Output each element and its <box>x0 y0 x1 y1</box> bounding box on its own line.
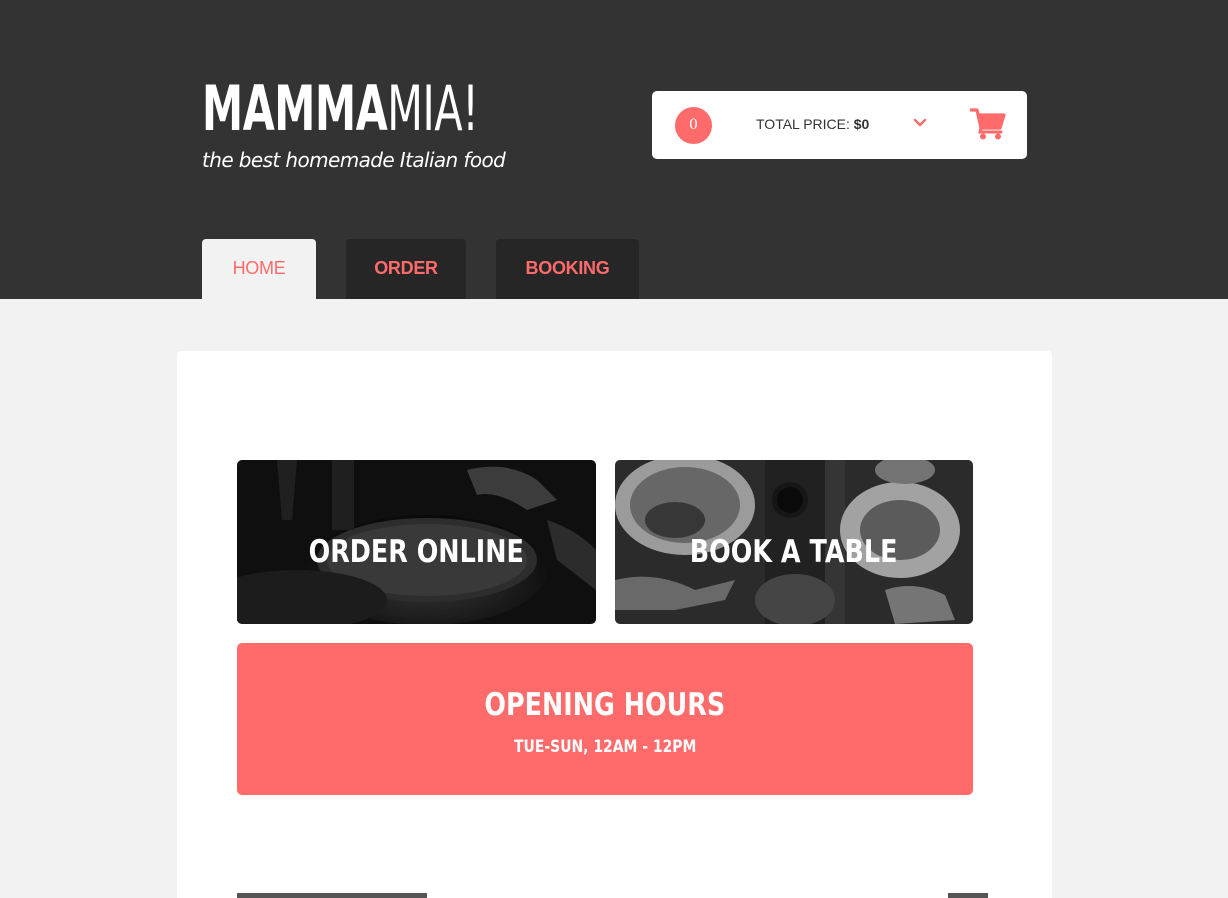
site-header: MAMMAMIA! the best homemade Italian food… <box>0 0 1228 299</box>
tab-home[interactable]: HOME <box>202 239 316 299</box>
cart-count-badge: 0 <box>675 107 712 144</box>
content-card <box>177 351 1052 898</box>
chevron-down-icon[interactable] <box>912 115 928 131</box>
logo[interactable]: MAMMAMIA! <box>202 76 502 142</box>
shopping-cart-icon[interactable] <box>970 108 1006 140</box>
cart-total: TOTAL PRICE: $0 <box>756 116 869 132</box>
opening-hours-title: OPENING HOURS <box>484 687 726 723</box>
logo-light: MIA! <box>387 72 479 145</box>
cart-total-value: $0 <box>853 116 870 132</box>
opening-hours-banner: OPENING HOURS TUE-SUN, 12AM - 12PM <box>237 643 973 795</box>
cart-total-label: TOTAL PRICE: <box>756 116 854 132</box>
opening-hours-time: TUE-SUN, 12AM - 12PM <box>513 737 697 757</box>
tagline: the best homemade Italian food <box>202 148 506 172</box>
book-table-label: BOOK A TABLE <box>690 534 898 570</box>
tab-order[interactable]: ORDER <box>346 239 466 299</box>
book-table-tile[interactable]: BOOK A TABLE <box>615 460 973 624</box>
logo-bold: MAMMA <box>202 72 388 145</box>
tab-booking[interactable]: BOOKING <box>496 239 639 299</box>
cart-widget[interactable]: 0 TOTAL PRICE: $0 <box>652 91 1027 159</box>
next-section-image-right <box>948 893 988 898</box>
next-section-image <box>237 893 427 898</box>
order-online-label: ORDER ONLINE <box>308 534 525 570</box>
order-online-tile[interactable]: ORDER ONLINE <box>237 460 596 624</box>
